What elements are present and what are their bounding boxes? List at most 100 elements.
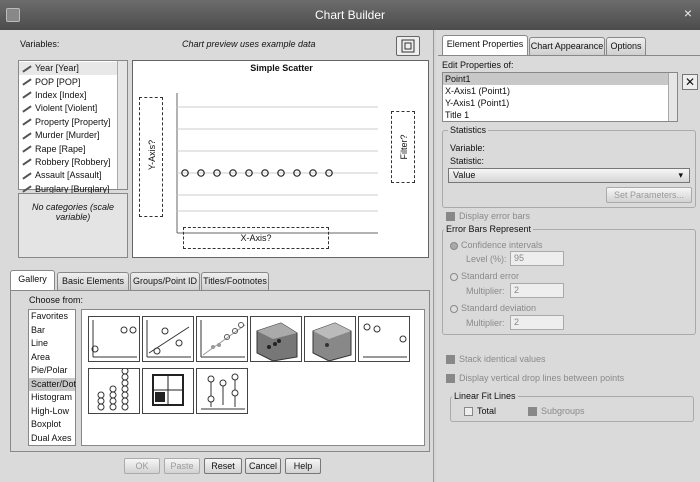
scale-variable-icon: [22, 158, 32, 166]
std-dev-option[interactable]: Standard deviation: [450, 303, 536, 313]
confidence-label: Confidence intervals: [461, 240, 543, 250]
chart-type-item[interactable]: Histogram: [29, 391, 75, 405]
filter-dropzone[interactable]: Filter?: [391, 111, 415, 183]
scale-variable-icon: [22, 185, 32, 193]
chart-type-item[interactable]: High-Low: [29, 405, 75, 419]
tab-titles-footnotes[interactable]: Titles/Footnotes: [201, 272, 269, 290]
preview-options-button[interactable]: [396, 36, 420, 56]
subgroups-option[interactable]: Subgroups: [528, 406, 585, 417]
tab-gallery[interactable]: Gallery: [10, 270, 55, 290]
edit-properties-label: Edit Properties of:: [442, 60, 514, 70]
display-error-bars[interactable]: Display error bars: [446, 211, 531, 222]
drop-lines-option[interactable]: Display vertical drop lines between poin…: [446, 373, 624, 384]
std-error-option[interactable]: Standard error: [450, 271, 519, 281]
chart-type-item[interactable]: Scatter/Dot: [29, 377, 76, 391]
statistic-dropdown[interactable]: Value ▾: [448, 168, 690, 183]
chart-type-list[interactable]: Favorites Bar Line Area Pie/Polar Scatter/Dot…: [28, 309, 76, 446]
property-item[interactable]: Y-Axis1 (Point1): [443, 97, 677, 109]
multiplier-field-2[interactable]: 2: [510, 315, 564, 330]
level-field[interactable]: 95: [510, 251, 564, 266]
x-axis-dropzone[interactable]: X-Axis?: [183, 227, 329, 249]
thumb-simple-scatter[interactable]: [88, 316, 140, 362]
chart-type-item[interactable]: Boxplot: [29, 418, 75, 432]
total-checkbox[interactable]: [464, 407, 473, 417]
variable-item[interactable]: Rape [Rape]: [19, 142, 127, 155]
tab-divider: [438, 55, 700, 56]
chart-preview-canvas[interactable]: Simple Scatter Y-Axis? Filter? X-Axis?: [132, 60, 429, 258]
properties-list[interactable]: Point1 X-Axis1 (Point1) Y-Axis1 (Point1) Ti…: [442, 72, 678, 122]
property-item[interactable]: Point1: [443, 73, 677, 85]
variable-item[interactable]: Index [Index]: [19, 89, 127, 102]
categories-box: No categories (scale variable): [18, 193, 128, 258]
tab-groups-point-id[interactable]: Groups/Point ID: [130, 272, 200, 290]
variable-item[interactable]: Robbery [Robbery]: [19, 156, 127, 169]
chart-type-item[interactable]: Bar: [29, 324, 75, 338]
confidence-radio[interactable]: [450, 241, 458, 250]
property-item[interactable]: Title 1: [443, 109, 677, 121]
reset-button[interactable]: Reset: [204, 458, 242, 474]
variable-item[interactable]: Violent [Violent]: [19, 102, 127, 115]
thumb-3d-scatter[interactable]: [250, 316, 302, 362]
thumb-3d-grouped-scatter[interactable]: [304, 316, 356, 362]
variable-item[interactable]: POP [POP]: [19, 75, 127, 88]
variables-scrollbar[interactable]: [117, 61, 127, 189]
variable-item[interactable]: Assault [Assault]: [19, 169, 127, 182]
choose-from-label: Choose from:: [29, 295, 84, 305]
multiplier-field-1[interactable]: 2: [510, 283, 564, 298]
y-axis-dropzone[interactable]: Y-Axis?: [139, 97, 163, 217]
total-option[interactable]: Total: [464, 406, 496, 417]
variables-list[interactable]: Year [Year] POP [POP] Index [Index] Violent…: [18, 60, 128, 194]
level-label: Level (%):: [466, 254, 507, 264]
stack-identical-option[interactable]: Stack identical values: [446, 354, 546, 365]
chart-type-item[interactable]: Favorites: [29, 310, 75, 324]
tab-options[interactable]: Options: [606, 37, 646, 55]
set-parameters-button[interactable]: Set Parameters...: [606, 187, 692, 203]
close-icon[interactable]: ×: [684, 5, 692, 21]
multiplier-label-2: Multiplier:: [466, 318, 505, 328]
gallery-thumbnails[interactable]: [81, 309, 425, 446]
thumb-drop-line[interactable]: [196, 368, 248, 414]
dropdown-arrow-icon: ▾: [678, 170, 683, 180]
chart-type-item[interactable]: Line: [29, 337, 75, 351]
tab-element-properties[interactable]: Element Properties: [442, 35, 528, 55]
scale-variable-icon: [22, 65, 32, 73]
display-error-bars-label: Display error bars: [459, 211, 531, 221]
multiplier-label-1: Multiplier:: [466, 286, 505, 296]
chart-type-item[interactable]: Dual Axes: [29, 432, 75, 446]
preview-note: Chart preview uses example data: [182, 39, 316, 49]
help-button[interactable]: Help: [285, 458, 321, 474]
no-categories-text: No categories (scale variable): [31, 202, 115, 222]
chart-type-item[interactable]: Area: [29, 351, 75, 365]
variable-item[interactable]: Year [Year]: [19, 62, 127, 76]
tab-basic-elements[interactable]: Basic Elements: [57, 272, 129, 290]
variables-label: Variables:: [20, 39, 60, 49]
std-error-radio[interactable]: [450, 272, 458, 281]
variable-label: Property [Property]: [35, 116, 111, 127]
variable-label: Year [Year]: [35, 63, 79, 74]
thumb-grouped-scatter[interactable]: [196, 316, 248, 362]
thumb-scatter-matrix[interactable]: [358, 316, 410, 362]
ok-button[interactable]: OK: [124, 458, 160, 474]
chart-type-item[interactable]: Pie/Polar: [29, 364, 75, 378]
paste-button[interactable]: Paste: [164, 458, 200, 474]
stack-identical-checkbox[interactable]: [446, 355, 455, 365]
confidence-option[interactable]: Confidence intervals: [450, 240, 543, 250]
std-error-label: Standard error: [461, 271, 520, 281]
properties-scrollbar[interactable]: [668, 73, 677, 121]
subgroups-checkbox[interactable]: [528, 407, 537, 417]
error-bars-checkbox[interactable]: [446, 212, 455, 222]
variable-item[interactable]: Murder [Murder]: [19, 129, 127, 142]
drop-lines-checkbox[interactable]: [446, 374, 455, 384]
tab-chart-appearance[interactable]: Chart Appearance: [529, 37, 605, 55]
thumb-summary-point[interactable]: [142, 368, 194, 414]
variable-label: POP [POP]: [35, 76, 81, 87]
thumb-dot-plot[interactable]: [88, 367, 140, 414]
variable-item[interactable]: Property [Property]: [19, 116, 127, 129]
std-dev-radio[interactable]: [450, 304, 458, 313]
window-title: Chart Builder: [314, 8, 386, 22]
stack-identical-label: Stack identical values: [459, 354, 546, 364]
thumb-scatter-fit-line[interactable]: [142, 316, 194, 362]
property-item[interactable]: X-Axis1 (Point1): [443, 85, 677, 97]
cancel-button[interactable]: Cancel: [245, 458, 281, 474]
delete-element-button[interactable]: ✕: [682, 74, 698, 90]
